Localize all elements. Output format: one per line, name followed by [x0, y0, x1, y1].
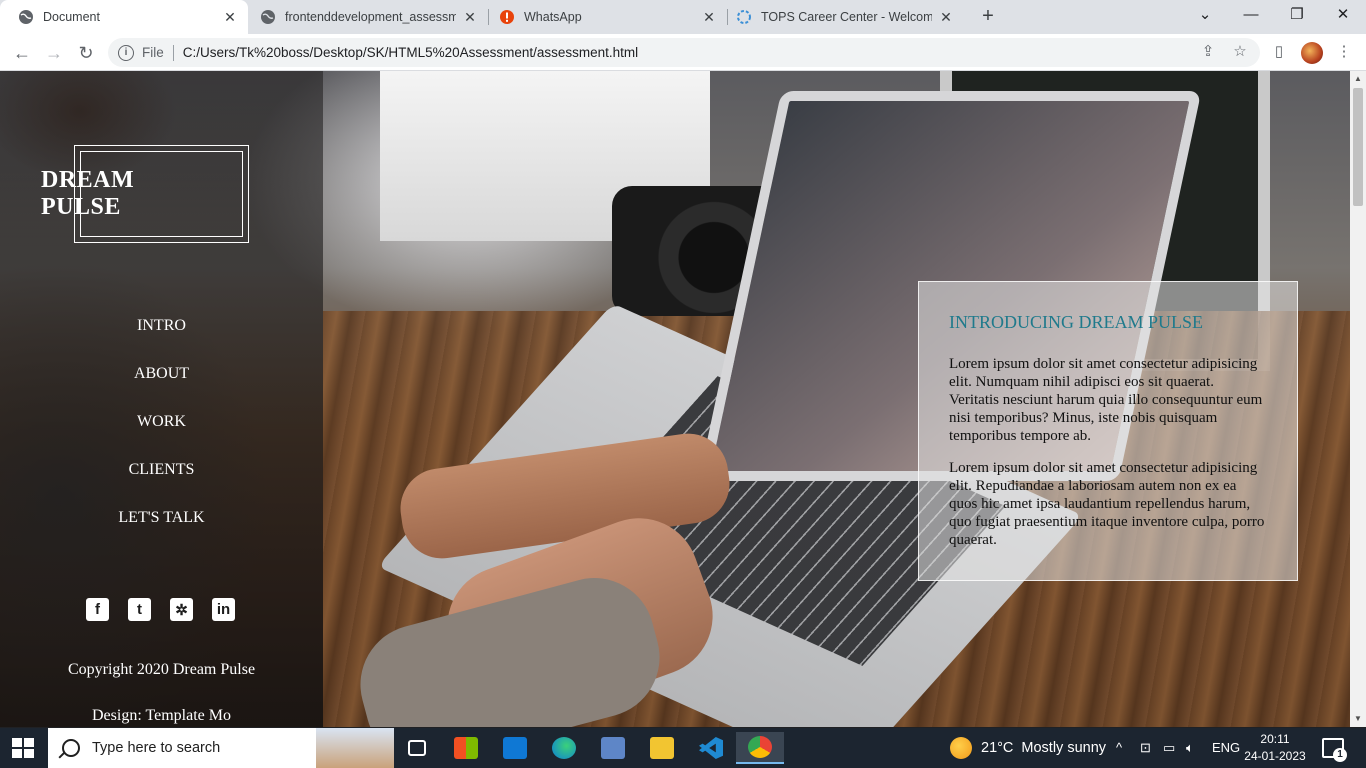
site-sidebar: DREAM PULSE INTRO ABOUT WORK CLIENTS LET… [0, 71, 323, 727]
page-scrollbar[interactable]: ▲ ▼ [1350, 71, 1366, 727]
weather-desc: Mostly sunny [1021, 740, 1107, 756]
close-tab-icon[interactable]: ✕ [938, 9, 954, 25]
url-text[interactable]: C:/Users/Tk%20boss/Desktop/SK/HTML5%20As… [183, 45, 638, 60]
edge-icon[interactable] [540, 732, 588, 764]
nav-clients[interactable]: CLIENTS [0, 459, 323, 507]
tab-frontend-assessment[interactable]: frontenddevelopment_assessmen ✕ [242, 0, 488, 34]
tab-whatsapp[interactable]: WhatsApp ✕ [481, 0, 727, 34]
windows-start-icon[interactable] [12, 738, 34, 758]
divider [172, 44, 174, 61]
scroll-down-icon[interactable]: ▼ [1350, 711, 1366, 727]
close-tab-icon[interactable]: ✕ [701, 9, 717, 25]
close-window-button[interactable]: ✕ [1320, 0, 1366, 34]
windows-taskbar: Type here to search 21°C Mostly sunny ^ … [0, 728, 1366, 768]
close-tab-icon[interactable]: ✕ [222, 9, 238, 25]
language-indicator[interactable]: ENG [1212, 728, 1240, 768]
alert-icon [499, 9, 515, 25]
clock-time: 20:11 [1260, 732, 1290, 746]
computer-icon[interactable] [589, 732, 637, 764]
address-bar[interactable]: i File C:/Users/Tk%20boss/Desktop/SK/HTM… [108, 38, 1260, 67]
back-arrow-icon[interactable]: ← [8, 39, 36, 67]
site-nav: INTRO ABOUT WORK CLIENTS LET'S TALK [0, 315, 323, 555]
weather-widget[interactable]: 21°C Mostly sunny [950, 728, 1106, 768]
design-credit: Design: Template Mo [91, 707, 231, 724]
weather-temp: 21°C [981, 740, 1014, 756]
tab-strip: Document ✕ frontenddevelopment_assessmen… [0, 0, 1366, 34]
meet-now-icon[interactable]: ⊡ [1140, 728, 1151, 768]
scheme-label: File [142, 45, 164, 60]
clock-date: 24-01-2023 [1244, 749, 1306, 763]
tops-logo-icon [736, 9, 752, 25]
bookmark-star-icon[interactable]: ☆ [1226, 38, 1254, 66]
menu-kebab-icon[interactable]: ⋮ [1330, 38, 1358, 66]
new-tab-button[interactable]: + [976, 5, 1000, 29]
chevron-up-icon[interactable]: ^ [1116, 728, 1122, 768]
globe-icon [18, 9, 34, 25]
side-panel-icon[interactable]: ▯ [1265, 38, 1293, 66]
chrome-icon[interactable] [736, 732, 784, 764]
tab-title: frontenddevelopment_assessmen [285, 10, 456, 24]
scroll-up-icon[interactable]: ▲ [1350, 71, 1366, 87]
facebook-icon[interactable]: f [86, 598, 109, 621]
profile-avatar[interactable] [1301, 42, 1323, 64]
intro-heading: INTRODUCING DREAM PULSE [949, 312, 1204, 332]
tab-search-icon[interactable]: ⌄ [1182, 0, 1228, 34]
logo-line: PULSE [41, 194, 121, 220]
twitter-icon[interactable]: t [128, 598, 151, 621]
minimize-button[interactable]: — [1228, 0, 1274, 34]
page-viewport: DREAM PULSE INTRO ABOUT WORK CLIENTS LET… [0, 71, 1350, 727]
search-highlight-art [316, 728, 394, 768]
share-icon[interactable]: ⇪ [1194, 38, 1222, 66]
volume-icon[interactable]: 🔈︎ [1186, 728, 1194, 768]
forward-arrow-icon[interactable]: → [40, 39, 68, 67]
intro-paragraph: Lorem ipsum dolor sit amet consectetur a… [949, 460, 1265, 548]
search-icon [62, 739, 80, 757]
intro-paragraph: Lorem ipsum dolor sit amet consectetur a… [949, 356, 1263, 444]
scroll-thumb[interactable] [1353, 88, 1363, 206]
tab-title: TOPS Career Center - Welcome t [761, 10, 932, 24]
logo-line: DREAM [41, 167, 135, 193]
battery-icon[interactable]: ▭ [1163, 728, 1175, 768]
search-placeholder: Type here to search [92, 740, 221, 756]
tab-title: WhatsApp [524, 10, 582, 24]
globe-icon [260, 9, 276, 25]
linkedin-icon[interactable]: in [212, 598, 235, 621]
copyright-text: Copyright 2020 Dream Pulse [67, 661, 256, 678]
weather-sun-icon [950, 737, 972, 759]
mail-icon[interactable] [491, 732, 539, 764]
tab-title: Document [43, 10, 100, 24]
vscode-icon[interactable] [687, 732, 735, 764]
nav-work[interactable]: WORK [0, 411, 323, 459]
microsoft-store-icon[interactable] [442, 732, 490, 764]
close-tab-icon[interactable]: ✕ [462, 9, 478, 25]
gear-icon[interactable]: ✲ [170, 598, 193, 621]
tab-tops-career[interactable]: TOPS Career Center - Welcome t ✕ [718, 0, 964, 34]
tab-document[interactable]: Document ✕ [0, 0, 248, 34]
file-explorer-icon[interactable] [638, 732, 686, 764]
intro-card: INTRODUCING DREAM PULSE Lorem ipsum dolo… [918, 281, 1298, 581]
restore-button[interactable]: ❐ [1274, 0, 1320, 34]
reload-icon[interactable]: ↻ [72, 39, 100, 67]
logo-text: DREAM PULSE [41, 167, 134, 221]
nav-lets-talk[interactable]: LET'S TALK [0, 507, 323, 555]
browser-toolbar: ← → ↻ i File C:/Users/Tk%20boss/Desktop/… [0, 34, 1366, 71]
taskbar-clock[interactable]: 20:11 24-01-2023 [1244, 731, 1306, 765]
nav-intro[interactable]: INTRO [0, 315, 323, 363]
info-icon[interactable]: i [118, 44, 134, 61]
social-links: f t ✲ in [86, 598, 235, 621]
task-view-icon[interactable] [393, 732, 441, 764]
nav-about[interactable]: ABOUT [0, 363, 323, 411]
notification-badge: 1 [1333, 748, 1347, 762]
